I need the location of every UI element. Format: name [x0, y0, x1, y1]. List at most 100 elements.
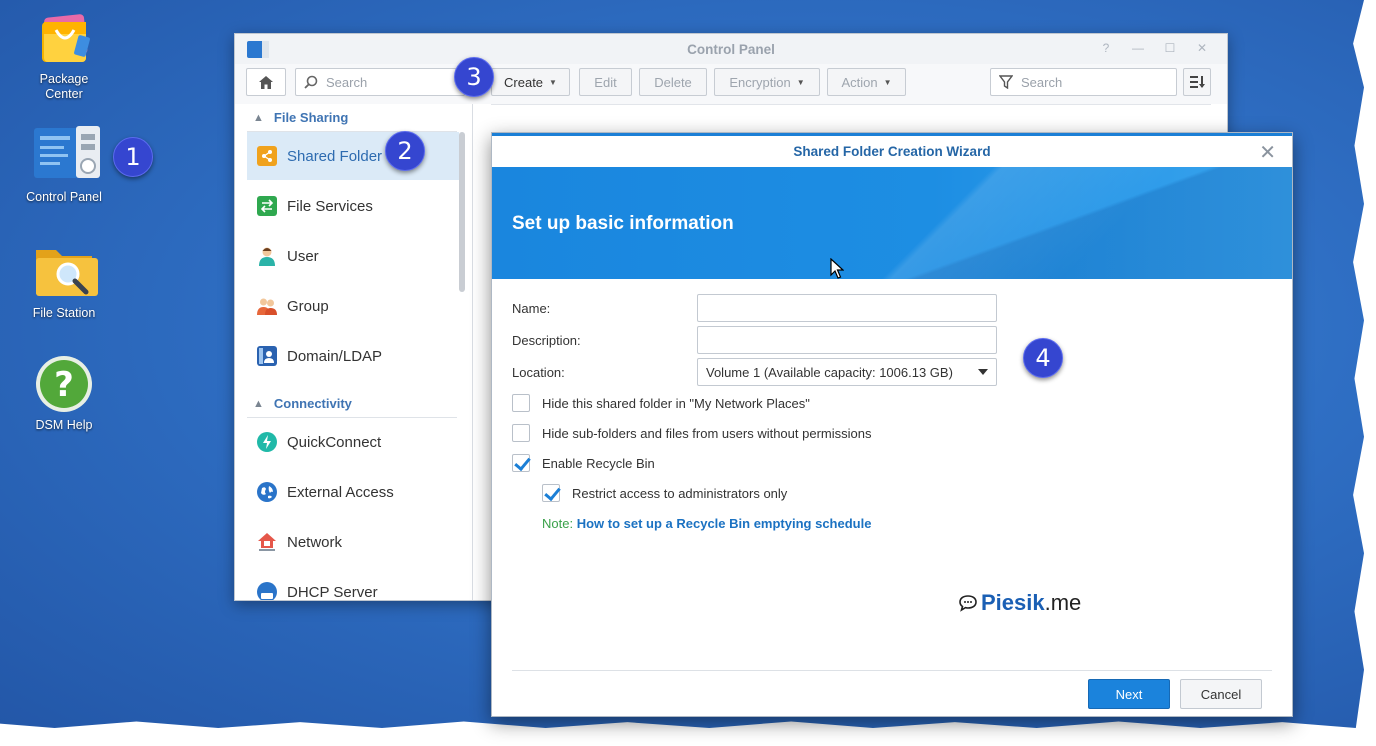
delete-button[interactable]: Delete — [639, 68, 707, 96]
chevron-down-icon: ▼ — [796, 77, 805, 87]
sidebar-search-input[interactable]: Search — [295, 68, 465, 96]
sidebar-item-label: QuickConnect — [287, 433, 382, 451]
section-title: Connectivity — [273, 396, 352, 411]
wizard-title: Shared Folder Creation Wizard — [793, 144, 991, 159]
desktop-icon-label: Package — [39, 72, 89, 86]
desktop-icon-dsm-help[interactable]: ? DSM Help — [19, 354, 109, 433]
domain-ldap-icon — [257, 346, 277, 366]
hide-in-network-places-checkbox[interactable]: Hide this shared folder in "My Network P… — [512, 394, 810, 412]
sidebar-item-label: External Access — [287, 483, 394, 501]
close-icon[interactable]: ✕ — [1195, 41, 1209, 55]
control-panel-icon — [34, 126, 100, 186]
desktop-icon-control-panel[interactable]: Control Panel — [19, 126, 109, 205]
chevron-down-icon — [978, 369, 988, 375]
svg-text:?: ? — [54, 365, 74, 405]
wizard-banner: Set up basic information — [492, 167, 1292, 279]
search-icon — [304, 75, 318, 89]
action-button[interactable]: Action ▼ — [827, 68, 906, 96]
sidebar-item-label: Shared Folder — [287, 147, 383, 165]
desktop-icon-file-station[interactable]: File Station — [19, 242, 109, 321]
network-icon — [257, 532, 277, 552]
encryption-label: Encryption — [729, 74, 791, 90]
checkbox[interactable] — [512, 424, 530, 442]
create-button[interactable]: Create ▼ — [491, 68, 570, 96]
sidebar-item-file-services[interactable]: File Services — [247, 182, 459, 230]
sidebar-item-label: Network — [287, 533, 343, 551]
filter-search-input[interactable]: Search — [990, 68, 1177, 96]
watermark-brand: Piesik — [981, 590, 1045, 615]
chevron-down-icon: ▼ — [883, 77, 892, 87]
chevron-down-icon: ▼ — [549, 77, 557, 87]
section-title: File Sharing — [273, 110, 349, 125]
sidebar-item-user[interactable]: User — [247, 232, 459, 280]
action-label: Action — [841, 74, 878, 90]
file-station-icon — [34, 242, 98, 302]
next-button[interactable]: Next — [1088, 679, 1170, 709]
location-select[interactable]: Volume 1 (Available capacity: 1006.13 GB… — [697, 358, 997, 386]
edit-label: Edit — [594, 74, 617, 90]
globe-icon — [257, 482, 277, 502]
sidebar-item-dhcp-server[interactable]: DHCP Server — [247, 568, 459, 601]
control-panel-toolbar: Search Create ▼ Edit Delete Encryption ▼ A… — [235, 64, 1227, 104]
wizard-titlebar[interactable]: Shared Folder Creation Wizard ✕ — [492, 133, 1292, 167]
sidebar-scrollbar[interactable] — [459, 132, 465, 292]
checkbox-label: Hide sub-folders and files from users wi… — [542, 425, 872, 441]
encryption-button[interactable]: Encryption ▼ — [714, 68, 820, 96]
checkbox-checked[interactable] — [512, 454, 530, 472]
enable-recycle-bin-checkbox[interactable]: Enable Recycle Bin — [512, 454, 655, 472]
sidebar-item-external-access[interactable]: External Access — [247, 468, 459, 516]
name-field[interactable] — [697, 294, 997, 322]
sidebar-item-network[interactable]: Network — [247, 518, 459, 566]
desktop-icon-package-center[interactable]: Package Center — [19, 8, 109, 102]
content-divider — [491, 104, 1211, 105]
help-icon: ? — [34, 354, 94, 414]
description-label: Description: — [512, 333, 581, 348]
step-badge-1: 1 — [113, 137, 153, 177]
sort-button[interactable] — [1183, 68, 1211, 96]
delete-label: Delete — [654, 74, 692, 90]
section-file-sharing[interactable]: ▲ File Sharing — [247, 104, 457, 132]
sidebar-item-label: DHCP Server — [287, 583, 378, 601]
sidebar-item-domain-ldap[interactable]: Domain/LDAP — [247, 332, 459, 380]
home-icon — [259, 75, 273, 89]
checkbox-label: Restrict access to administrators only — [572, 485, 788, 501]
sidebar-item-group[interactable]: Group — [247, 282, 459, 330]
help-button-icon[interactable]: ? — [1099, 41, 1113, 55]
chevron-up-icon: ▲ — [253, 111, 264, 124]
sort-icon — [1190, 76, 1205, 88]
hide-subfolders-checkbox[interactable]: Hide sub-folders and files from users wi… — [512, 424, 871, 442]
wizard-heading: Set up basic information — [512, 213, 734, 234]
mouse-cursor-icon — [830, 258, 844, 279]
recycle-bin-note: Note: How to set up a Recycle Bin emptyi… — [542, 516, 871, 531]
cancel-button[interactable]: Cancel — [1180, 679, 1262, 709]
checkbox-checked[interactable] — [542, 484, 560, 502]
note-label: Note: — [542, 516, 574, 531]
recycle-bin-schedule-link[interactable]: How to set up a Recycle Bin emptying sch… — [577, 516, 872, 531]
watermark: Piesik .me — [958, 590, 1081, 616]
step-badge-3: 3 — [454, 57, 494, 97]
close-icon[interactable]: ✕ — [1259, 140, 1276, 165]
checkbox[interactable] — [512, 394, 530, 412]
maximize-icon[interactable]: ☐ — [1163, 41, 1177, 55]
filter-icon — [999, 75, 1013, 89]
shared-folder-wizard-dialog: Shared Folder Creation Wizard ✕ Set up b… — [491, 132, 1293, 717]
desktop-icon-label: Center — [45, 87, 83, 101]
sidebar-item-label: Group — [287, 297, 329, 315]
description-field[interactable] — [697, 326, 997, 354]
sidebar-item-quickconnect[interactable]: QuickConnect — [247, 418, 459, 466]
desktop-icon-label: Control Panel — [26, 190, 102, 204]
sidebar-item-shared-folder[interactable]: Shared Folder — [247, 132, 459, 180]
step-badge-4: 4 — [1023, 338, 1063, 378]
edit-button[interactable]: Edit — [579, 68, 632, 96]
location-label: Location: — [512, 365, 565, 380]
minimize-icon[interactable]: — — [1131, 41, 1145, 55]
section-connectivity[interactable]: ▲ Connectivity — [247, 390, 457, 418]
restrict-to-admins-checkbox[interactable]: Restrict access to administrators only — [542, 484, 787, 502]
step-badge-2: 2 — [385, 131, 425, 171]
sidebar-item-label: Domain/LDAP — [287, 347, 383, 365]
desktop-icon-label: File Station — [32, 306, 96, 320]
home-button[interactable] — [246, 68, 286, 96]
group-icon — [257, 296, 277, 316]
user-icon — [257, 246, 277, 266]
control-panel-titlebar[interactable]: Control Panel ? — ☐ ✕ — [235, 34, 1227, 64]
